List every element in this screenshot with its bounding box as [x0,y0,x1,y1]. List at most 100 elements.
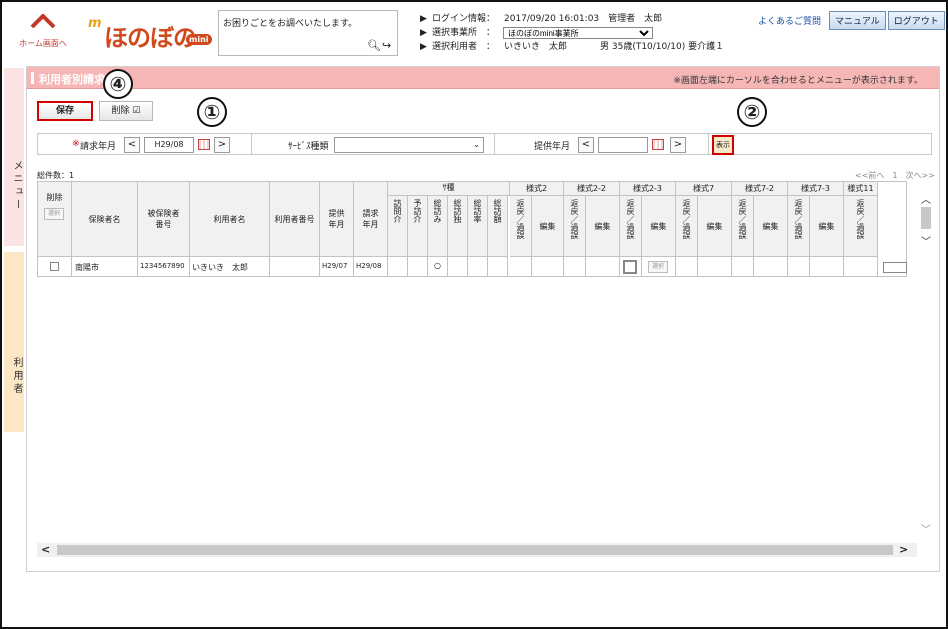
col-user-name: 利用者名 [190,182,270,257]
col-form-1-return: 返戻／過誤 [510,196,532,257]
col-insured-no: 被保険者番号 [138,182,190,257]
row-select-button[interactable]: 選択 [648,261,668,273]
row-form-6-edit-cell [810,257,844,277]
col-kind: ｻ種 [388,182,510,196]
col-form-4-return: 返戻／過誤 [676,196,698,257]
provide-month-label: 提供年月 [534,142,571,152]
chevron-down-icon: ⌄ [473,140,480,149]
vertical-scroll-thumb[interactable] [921,207,931,229]
col-form-2-edit: 編集 [586,196,620,257]
billing-month-next-button[interactable]: > [214,137,230,153]
save-button[interactable]: 保存 [37,101,93,121]
col-form-3-return: 返戻／過誤 [620,196,642,257]
row-kind-cell-1 [388,257,408,277]
col-kind-4: 総訪独 [448,196,468,257]
vertical-scrollbar[interactable]: ︿ ﹀ ﹀ [919,181,933,543]
session-info: ▶ ログイン情報： 2017/09/20 16:01:03 管理者 太郎 ▶ 選択事業… [420,12,740,54]
row-kind-cell-5 [468,257,488,277]
row-form-5-edit-cell [754,257,788,277]
search-icon[interactable]: 🔍︎ [367,39,381,52]
col-insurer: 保険者名 [72,182,138,257]
billing-month-prev-button[interactable]: < [124,137,140,153]
total-count: 総件数：1 [37,171,75,180]
row-kind-cell-3: ○ [428,257,448,277]
jump-arrow-icon[interactable]: ↪ [382,39,391,52]
scroll-bottom-icon[interactable]: ﹀ [919,521,933,536]
logo-text: ほのぼの [104,24,197,52]
callout-4: ④ [103,69,133,99]
service-type-label: ｻｰﾋﾞｽ種類 [288,142,329,152]
login-value: 2017/09/20 16:01:03 管理者 太郎 [504,14,663,24]
row-delete-checkbox[interactable] [50,262,59,271]
row-form-3-return-cell [620,257,642,277]
scroll-up-icon[interactable]: ︿ [919,191,933,206]
faq-link[interactable]: よくあるご質問 [758,14,821,27]
col-form-3-edit: 編集 [642,196,676,257]
col-kind-1: 訪問介 [388,196,408,257]
row-form-2-edit-cell [586,257,620,277]
delete-label: 削除 [111,106,130,116]
col-form-7: 様式11 [844,182,878,196]
manual-button[interactable]: マニュアル [829,11,886,30]
provide-month-calendar-icon[interactable] [652,139,664,150]
top-links: よくあるご質問 マニュアル ログアウト [758,11,945,30]
delete-button[interactable]: 削除 ☑ [99,101,153,121]
provide-month-field[interactable] [598,137,648,153]
scroll-right-icon[interactable]: > [899,543,908,556]
row-user-name[interactable]: いきいき 太郎 [190,257,270,277]
col-user-no: 利用者番号 [270,182,320,257]
col-form-6: 様式7-3 [788,182,844,196]
col-form-3: 様式2-3 [620,182,676,196]
page-hint: ※画面左端にカーソルを合わせるとメニューが表示されます。 [673,76,923,86]
callout-1: ① [197,97,227,127]
col-form-6-edit: 編集 [810,196,844,257]
callout-2: ② [737,97,767,127]
filter-row: ※ 請求年月 < H29/08 > ｻｰﾋﾞｽ種類 ⌄ 提供年月 < > 表示 [37,133,932,155]
return-checkbox[interactable] [623,260,637,274]
row-form-1-edit-cell [532,257,564,277]
menu-side-tab[interactable]: メニュー [4,68,24,246]
home-icon [30,13,56,29]
pager[interactable]: <<前へ 1 次へ>> [855,170,935,181]
row-kind-cell-2 [408,257,428,277]
user-side-tab[interactable]: 利用者 [4,252,24,432]
horizontal-scroll-thumb[interactable] [57,545,893,555]
col-form-7-return: 返戻／過誤 [844,196,878,257]
row-delete-cell [38,257,72,277]
col-kind-2: 予訪介 [408,196,428,257]
provide-month-next-button[interactable]: > [670,137,686,153]
billing-month-calendar-icon[interactable] [198,139,210,150]
col-delete: 削除 選択 [38,182,72,257]
home-button[interactable]: ホーム画面へ [16,12,70,52]
office-select[interactable]: ほのぼのmini事業所 [503,27,653,39]
logo-badge: mini [186,34,212,45]
scroll-left-icon[interactable]: < [41,543,50,556]
row-form-7-return-cell [844,257,878,277]
title-bar: 利用者別請求一覧 ※画面左端にカーソルを合わせるとメニューが表示されます。 [27,67,939,89]
provide-month-prev-button[interactable]: < [578,137,594,153]
main-panel: 利用者別請求一覧 ※画面左端にカーソルを合わせるとメニューが表示されます。 保存… [26,66,940,572]
col-form-4-edit: 編集 [698,196,732,257]
row-form-5-return-cell [732,257,754,277]
col-form-5-return: 返戻／過誤 [732,196,754,257]
service-type-select[interactable]: ⌄ [334,137,484,153]
delete-check-icon: ☑ [132,106,141,116]
app-logo: m ほのぼの mini [78,12,212,52]
select-all-button: 選択 [44,208,64,220]
row-kind-cell-6 [488,257,508,277]
row-bill-ym: H29/08 [354,257,388,277]
login-label: ログイン情報： [432,14,496,24]
billing-table: 削除 選択 保険者名 被保険者番号 利用者名 利用者番号 提供年月 請求年月 ｻ… [37,181,907,277]
col-form-2: 様式2-2 [564,182,620,196]
col-form-1-edit: 編集 [532,196,564,257]
help-search-box[interactable]: お困りごとをお調べいたします。 🔍︎ ↪ [218,10,398,56]
col-bill-ym: 請求年月 [354,182,388,257]
logout-button[interactable]: ログアウト [887,11,945,30]
row-extra-input[interactable] [883,262,907,273]
col-kind-5: 総訪率 [468,196,488,257]
row-form-1-return-cell [510,257,532,277]
billing-month-field[interactable]: H29/08 [144,137,194,153]
show-button[interactable]: 表示 [712,135,734,155]
scroll-down-icon[interactable]: ﹀ [919,233,933,248]
col-kind-6: 総訪額 [488,196,508,257]
